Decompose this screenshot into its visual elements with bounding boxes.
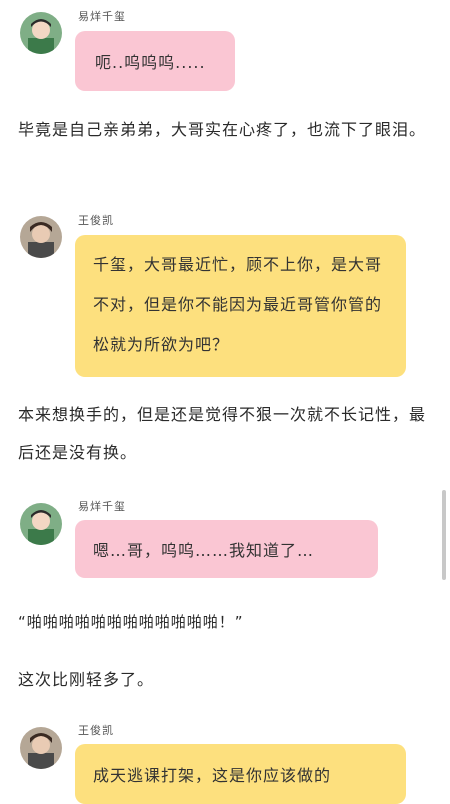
narration-text: 本来想换手的，但是还是觉得不狠一次就不长记性，最后还是没有换。 bbox=[18, 405, 427, 462]
sender-name: 易烊千玺 bbox=[78, 10, 126, 23]
message-text: 呃..呜呜呜..... bbox=[95, 53, 206, 72]
avatar[interactable] bbox=[20, 727, 62, 769]
sender-name: 王俊凯 bbox=[78, 724, 114, 737]
sender-name: 王俊凯 bbox=[78, 214, 114, 227]
avatar[interactable] bbox=[20, 216, 62, 258]
message-bubble[interactable]: 成天逃课打架，这是你应该做的 bbox=[75, 744, 406, 804]
narration-text: 这次比刚轻多了。 bbox=[18, 670, 155, 689]
narration-text: “啪啪啪啪啪啪啪啪啪啪啪啪！” bbox=[18, 613, 244, 631]
message-bubble[interactable]: 千玺，大哥最近忙，顾不上你，是大哥不对，但是你不能因为最近哥管你管的松就为所欲为… bbox=[75, 235, 406, 377]
message-text: 成天逃课打架，这是你应该做的 bbox=[93, 766, 332, 785]
avatar[interactable] bbox=[20, 503, 62, 545]
avatar[interactable] bbox=[20, 12, 62, 54]
message-bubble[interactable]: 嗯…哥，呜呜……我知道了… bbox=[75, 520, 378, 578]
sender-name: 易烊千玺 bbox=[78, 500, 126, 513]
message-bubble[interactable]: 呃..呜呜呜..... bbox=[75, 31, 235, 91]
message-text: 嗯…哥，呜呜……我知道了… bbox=[93, 541, 315, 560]
narration-text: 毕竟是自己亲弟弟，大哥实在心疼了，也流下了眼泪。 bbox=[18, 120, 427, 139]
message-text: 千玺，大哥最近忙，顾不上你，是大哥不对，但是你不能因为最近哥管你管的松就为所欲为… bbox=[93, 255, 383, 354]
scrollbar-thumb[interactable] bbox=[442, 490, 446, 580]
